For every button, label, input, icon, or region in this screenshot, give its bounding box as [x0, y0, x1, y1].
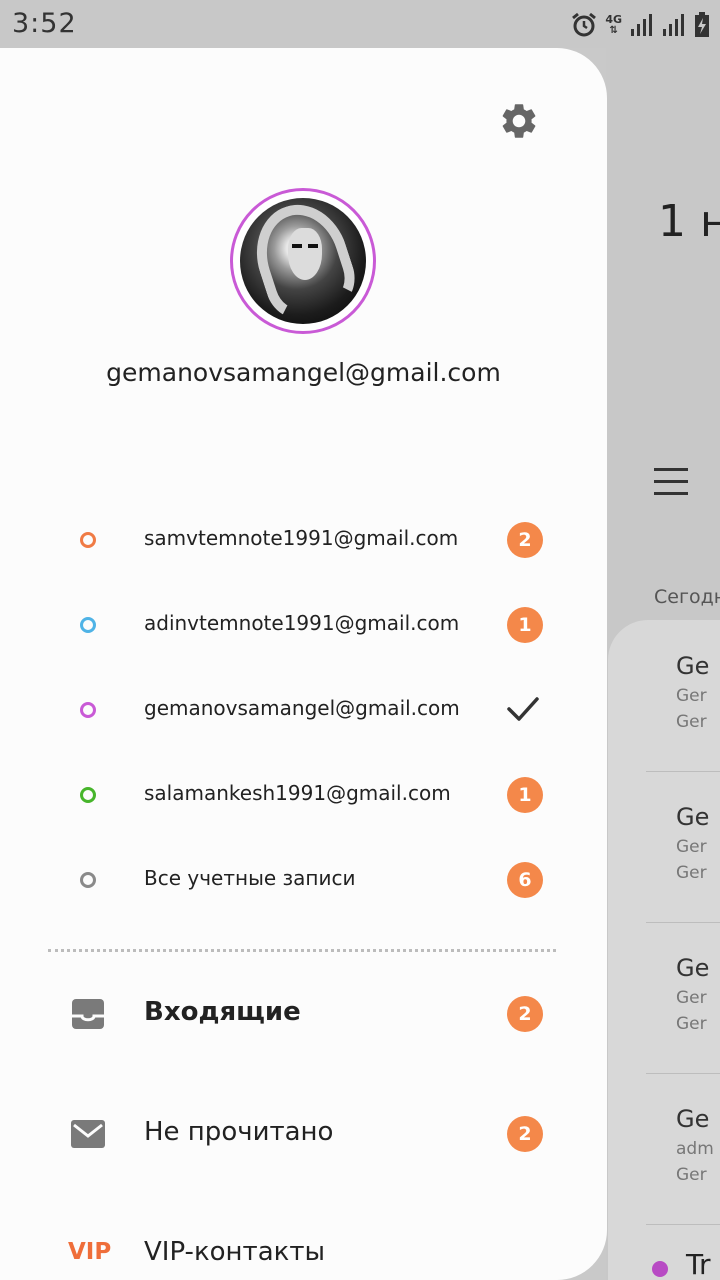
- inbox-icon: [72, 999, 104, 1029]
- account-color-icon: [80, 702, 96, 718]
- account-item-all-accounts[interactable]: Все учетные записи 6: [0, 850, 607, 910]
- account-email: adinvtemnote1991@gmail.com: [144, 611, 460, 635]
- folder-label: Входящие: [144, 997, 301, 1027]
- folder-inbox[interactable]: Входящие 2: [0, 979, 607, 1049]
- unread-count-badge: 2: [507, 1116, 543, 1152]
- account-item-adinvtemnote1991[interactable]: adinvtemnote1991@gmail.com 1: [0, 595, 607, 655]
- account-email: gemanovsamangel@gmail.com: [144, 696, 460, 720]
- menu-icon[interactable]: [654, 468, 688, 504]
- navigation-drawer: gemanovsamangel@gmail.com samvtemnote199…: [0, 48, 607, 1280]
- folder-label: Не прочитано: [144, 1117, 334, 1147]
- list-item-partial[interactable]: Tr: [686, 1248, 711, 1280]
- status-time: 3:52: [12, 8, 77, 39]
- profile-email: gemanovsamangel@gmail.com: [106, 358, 501, 387]
- network-type-icon: 4G ⇅: [605, 13, 622, 36]
- account-color-icon: [80, 532, 96, 548]
- account-item-gemanovsamangel[interactable]: gemanovsamangel@gmail.com: [0, 680, 607, 740]
- folder-unread[interactable]: Не прочитано 2: [0, 1099, 607, 1169]
- account-color-icon: [80, 617, 96, 633]
- background-heading: 1 н: [658, 196, 720, 247]
- account-item-samvtemnote1991[interactable]: samvtemnote1991@gmail.com 2: [0, 510, 607, 570]
- folder-vip-contacts[interactable]: VIP VIP-контакты: [0, 1219, 607, 1280]
- account-color-icon: [80, 787, 96, 803]
- avatar-image: [240, 198, 366, 324]
- account-color-icon: [80, 872, 96, 888]
- background-mail-list: 1 н Сегодн Ge Ger Ger Ge Ger Ger Ge Ger Ger Ge…: [606, 48, 720, 1280]
- avatar[interactable]: [230, 188, 376, 334]
- background-section-label: Сегодн: [654, 586, 720, 608]
- account-item-salamankesh1991[interactable]: salamankesh1991@gmail.com 1: [0, 765, 607, 825]
- vip-icon: VIP: [68, 1239, 112, 1265]
- account-label: Все учетные записи: [144, 866, 356, 890]
- status-bar: 3:52 4G ⇅: [0, 0, 720, 48]
- checkmark-icon: [507, 697, 539, 721]
- unread-count-badge: 6: [507, 862, 543, 898]
- list-item[interactable]: Ge Ger Ger: [676, 954, 720, 1034]
- unread-count-badge: 2: [507, 996, 543, 1032]
- battery-charging-icon: [695, 12, 709, 37]
- signal-icon: [631, 14, 652, 36]
- unread-count-badge: 2: [507, 522, 543, 558]
- account-email: salamankesh1991@gmail.com: [144, 781, 451, 805]
- folder-label: VIP-контакты: [144, 1237, 326, 1267]
- unread-count-badge: 1: [507, 607, 543, 643]
- divider: [48, 949, 556, 952]
- list-item[interactable]: Ge Ger Ger: [676, 652, 720, 732]
- unread-dot: [652, 1261, 668, 1277]
- gear-icon[interactable]: [498, 100, 540, 142]
- account-email: samvtemnote1991@gmail.com: [144, 526, 459, 550]
- envelope-icon: [71, 1120, 105, 1148]
- list-item[interactable]: Ge Ger Ger: [676, 803, 720, 883]
- unread-count-badge: 1: [507, 777, 543, 813]
- list-item[interactable]: Ge adm Ger: [676, 1105, 720, 1185]
- status-icons: 4G ⇅: [571, 10, 710, 40]
- signal-icon-2: [663, 14, 684, 36]
- alarm-icon: [572, 12, 597, 37]
